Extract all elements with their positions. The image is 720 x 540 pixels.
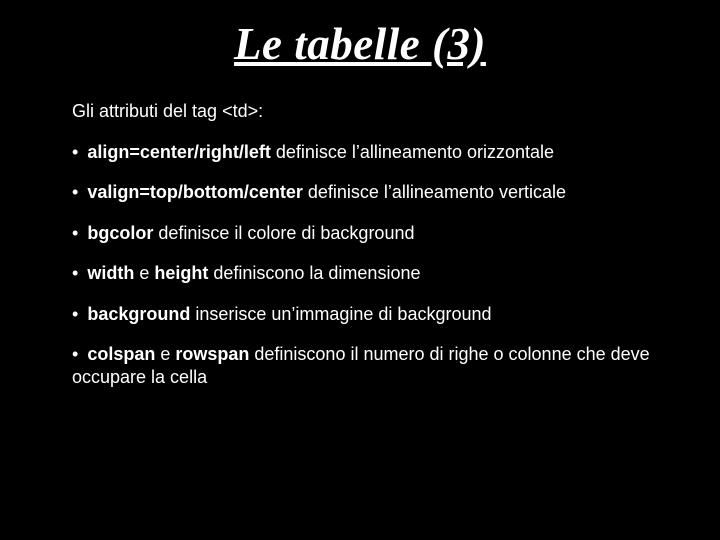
bullet-bold: background <box>87 304 190 324</box>
bullet-item: • bgcolor definisce il colore di backgro… <box>72 222 660 245</box>
bullet-rest: definisce l’allineamento orizzontale <box>271 142 554 162</box>
slide: Le tabelle (3) Gli attributi del tag <td… <box>0 18 720 540</box>
bullet-dot: • <box>72 344 78 364</box>
bullet-item: • width e height definiscono la dimensio… <box>72 262 660 285</box>
intro-text: Gli attributi del tag <td>: <box>72 100 660 123</box>
bullet-dot: • <box>72 263 78 283</box>
bullet-rest: definisce l’allineamento verticale <box>303 182 566 202</box>
bullet-bold2: height <box>154 263 208 283</box>
bullet-dot: • <box>72 223 78 243</box>
bullet-bold: align=center/right/left <box>87 142 271 162</box>
bullet-bold2: rowspan <box>175 344 249 364</box>
bullet-dot: • <box>72 142 78 162</box>
bullet-item: • valign=top/bottom/center definisce l’a… <box>72 181 660 204</box>
bullet-bold: bgcolor <box>87 223 153 243</box>
bullet-item: • colspan e rowspan definiscono il numer… <box>72 343 660 388</box>
bullet-bold: width <box>87 263 134 283</box>
bullet-mid: e <box>155 344 175 364</box>
slide-content: Gli attributi del tag <td>: • align=cent… <box>72 100 660 388</box>
bullet-rest: definisce il colore di background <box>153 223 414 243</box>
bullet-bold: valign=top/bottom/center <box>87 182 303 202</box>
bullet-mid: e <box>134 263 154 283</box>
bullet-bold: colspan <box>87 344 155 364</box>
bullet-dot: • <box>72 182 78 202</box>
slide-title: Le tabelle (3) <box>0 18 720 70</box>
bullet-item: • background inserisce un’immagine di ba… <box>72 303 660 326</box>
bullet-dot: • <box>72 304 78 324</box>
bullet-rest: definiscono la dimensione <box>208 263 420 283</box>
bullet-rest: inserisce un’immagine di background <box>190 304 491 324</box>
bullet-item: • align=center/right/left definisce l’al… <box>72 141 660 164</box>
